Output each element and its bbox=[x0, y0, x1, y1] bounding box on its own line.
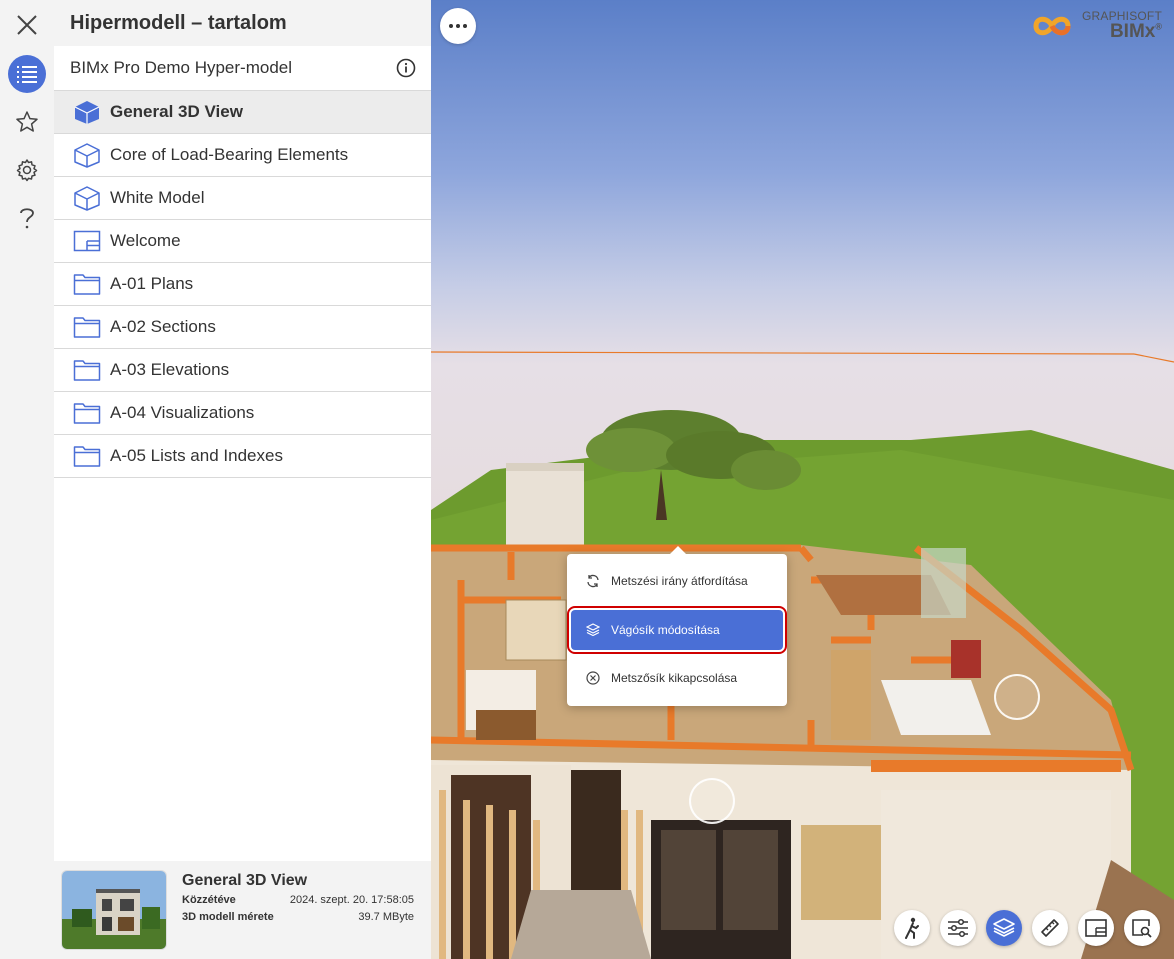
left-rail bbox=[0, 0, 54, 959]
list-item-a02-sections[interactable]: A-02 Sections bbox=[54, 306, 431, 349]
view-list: General 3D View Core of Load-Bearing Ele… bbox=[54, 91, 431, 478]
search-icon bbox=[1132, 919, 1152, 938]
list-item-core-elements[interactable]: Core of Load-Bearing Elements bbox=[54, 134, 431, 177]
list-icon bbox=[17, 66, 37, 83]
list-item-label: A-03 Elevations bbox=[110, 360, 230, 379]
logo-text: GRAPHISOFT BIMx® bbox=[1082, 10, 1162, 41]
star-icon bbox=[16, 111, 38, 132]
close-circle-icon bbox=[585, 670, 601, 686]
model-size-label: 3D modell mérete bbox=[182, 911, 274, 923]
list-item-label: A-05 Lists and Indexes bbox=[110, 446, 283, 465]
list-item-label: Welcome bbox=[110, 231, 181, 250]
walk-mode-button[interactable] bbox=[894, 910, 930, 946]
model-row[interactable]: BIMx Pro Demo Hyper-model bbox=[54, 46, 431, 91]
list-item-a01-plans[interactable]: A-01 Plans bbox=[54, 263, 431, 306]
3d-viewport[interactable]: GRAPHISOFT BIMx® bbox=[431, 0, 1174, 959]
settings-sliders-button[interactable] bbox=[940, 910, 976, 946]
bottom-toolbar bbox=[894, 910, 1160, 946]
menu-item-flip-section[interactable]: Metszési irány átfordítása bbox=[567, 558, 787, 604]
list-item-general-3d-view[interactable]: General 3D View bbox=[54, 91, 431, 134]
menu-item-label: Vágósík módosítása bbox=[611, 623, 720, 637]
list-item-label: A-01 Plans bbox=[110, 274, 194, 293]
favorites-button[interactable] bbox=[8, 103, 46, 141]
folder-icon bbox=[72, 270, 102, 298]
ruler-icon bbox=[1041, 919, 1059, 937]
list-item-welcome[interactable]: Welcome bbox=[54, 220, 431, 263]
section-plane-handle[interactable] bbox=[994, 674, 1040, 720]
3d-scene bbox=[431, 351, 1174, 959]
layout-icon bbox=[72, 227, 102, 255]
section-plane-handle[interactable] bbox=[689, 778, 735, 824]
refresh-icon bbox=[585, 573, 601, 589]
list-item-white-model[interactable]: White Model bbox=[54, 177, 431, 220]
layout-view-button[interactable] bbox=[1078, 910, 1114, 946]
menu-item-disable-section-plane[interactable]: Metszősík kikapcsolása bbox=[567, 655, 787, 701]
contents-panel: Hipermodell – tartalom BIMx Pro Demo Hyp… bbox=[54, 0, 431, 959]
cube-outline-icon bbox=[72, 184, 102, 212]
menu-item-label: Metszősík kikapcsolása bbox=[611, 671, 738, 685]
published-label: Közzétéve bbox=[182, 894, 236, 906]
list-item-a03-elevations[interactable]: A-03 Elevations bbox=[54, 349, 431, 392]
section-plane-icon bbox=[585, 622, 601, 638]
gear-icon bbox=[16, 159, 38, 182]
section-context-menu: Metszési irány átfordítása Vágósík módos… bbox=[567, 546, 787, 706]
more-options-button[interactable] bbox=[440, 8, 476, 44]
model-size-value: 39.7 MByte bbox=[358, 911, 414, 923]
walk-icon bbox=[905, 917, 919, 939]
published-row: Közzétéve 2024. szept. 20. 17:58:05 bbox=[182, 894, 414, 906]
graphisoft-bimx-logo: GRAPHISOFT BIMx® bbox=[1028, 10, 1162, 41]
close-icon bbox=[17, 15, 37, 35]
folder-icon bbox=[72, 313, 102, 341]
panel-header: Hipermodell – tartalom bbox=[54, 0, 431, 46]
panel-title: Hipermodell – tartalom bbox=[70, 11, 287, 34]
folder-icon bbox=[72, 442, 102, 470]
measure-button[interactable] bbox=[1032, 910, 1068, 946]
footer-title: General 3D View bbox=[182, 872, 308, 889]
list-item-a05-lists[interactable]: A-05 Lists and Indexes bbox=[54, 435, 431, 478]
close-button[interactable] bbox=[8, 6, 46, 44]
question-icon bbox=[20, 208, 34, 229]
layout-icon bbox=[1085, 919, 1107, 937]
contents-tab-button[interactable] bbox=[8, 55, 46, 93]
ellipsis-icon bbox=[449, 24, 467, 28]
published-value: 2024. szept. 20. 17:58:05 bbox=[289, 894, 414, 906]
help-button[interactable] bbox=[8, 199, 46, 237]
settings-button[interactable] bbox=[8, 151, 46, 189]
list-item-a04-visualizations[interactable]: A-04 Visualizations bbox=[54, 392, 431, 435]
model-name: BIMx Pro Demo Hyper-model bbox=[70, 58, 293, 77]
sliders-icon bbox=[948, 918, 968, 938]
bimx-logo-icon bbox=[1033, 16, 1071, 35]
list-item-label: A-02 Sections bbox=[110, 317, 216, 336]
info-icon[interactable] bbox=[395, 57, 417, 79]
folder-icon bbox=[72, 356, 102, 384]
model-size-row: 3D modell mérete 39.7 MByte bbox=[182, 911, 414, 923]
list-item-label: A-04 Visualizations bbox=[110, 403, 255, 422]
section-plane-button[interactable] bbox=[986, 910, 1022, 946]
list-item-label: White Model bbox=[110, 188, 205, 207]
logo-product: BIMx® bbox=[1109, 21, 1162, 42]
list-item-label: Core of Load-Bearing Elements bbox=[110, 145, 349, 164]
section-plane-icon bbox=[993, 918, 1015, 937]
view-thumbnail[interactable] bbox=[61, 870, 167, 950]
cube-outline-icon bbox=[72, 141, 102, 169]
search-view-button[interactable] bbox=[1124, 910, 1160, 946]
menu-item-label: Metszési irány átfordítása bbox=[611, 574, 748, 588]
menu-item-modify-section-plane[interactable]: Vágósík módosítása bbox=[567, 606, 787, 654]
cube-solid-icon bbox=[72, 98, 102, 126]
folder-icon bbox=[72, 399, 102, 427]
view-info-footer: General 3D View Közzétéve 2024. szept. 2… bbox=[54, 861, 431, 959]
list-item-label: General 3D View bbox=[110, 102, 243, 121]
